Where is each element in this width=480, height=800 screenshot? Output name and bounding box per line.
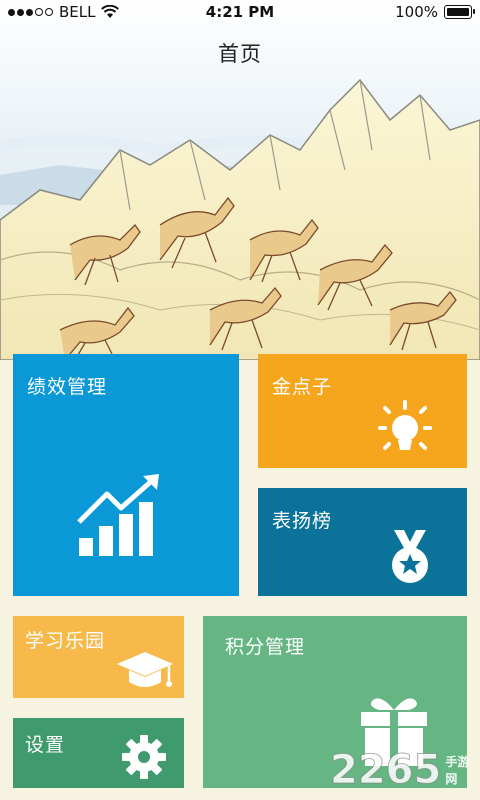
watermark-number: 2265 [329,747,442,794]
growth-chart-icon [77,474,159,556]
battery-icon [444,5,475,19]
medal-icon [392,530,428,583]
tile-settings[interactable]: 设置 [13,718,184,788]
battery-percent: 100% [395,3,438,21]
tile-label: 积分管理 [225,636,306,658]
tile-praise-board[interactable]: 表扬榜 [258,488,467,596]
gear-icon [122,735,166,779]
status-right: 100% [395,3,475,21]
tile-label: 表扬榜 [272,510,333,532]
tile-learning-park[interactable]: 学习乐园 [13,616,184,698]
tile-golden-ideas[interactable]: 金点子 [258,354,467,468]
tile-label: 绩效管理 [27,376,108,398]
lightbulb-icon [378,400,432,450]
watermark-site: 手游网 [445,755,470,786]
page-title: 首页 [218,42,262,66]
tile-performance-management[interactable]: 绩效管理 [13,354,239,596]
graduation-cap-icon [117,652,173,687]
tile-label: 学习乐园 [25,630,106,652]
site-watermark: 2265 手游网 [329,747,480,794]
status-bar: BELL 4:21 PM 100% [0,0,480,24]
tile-label: 设置 [25,734,66,756]
tile-label: 金点子 [272,376,333,398]
